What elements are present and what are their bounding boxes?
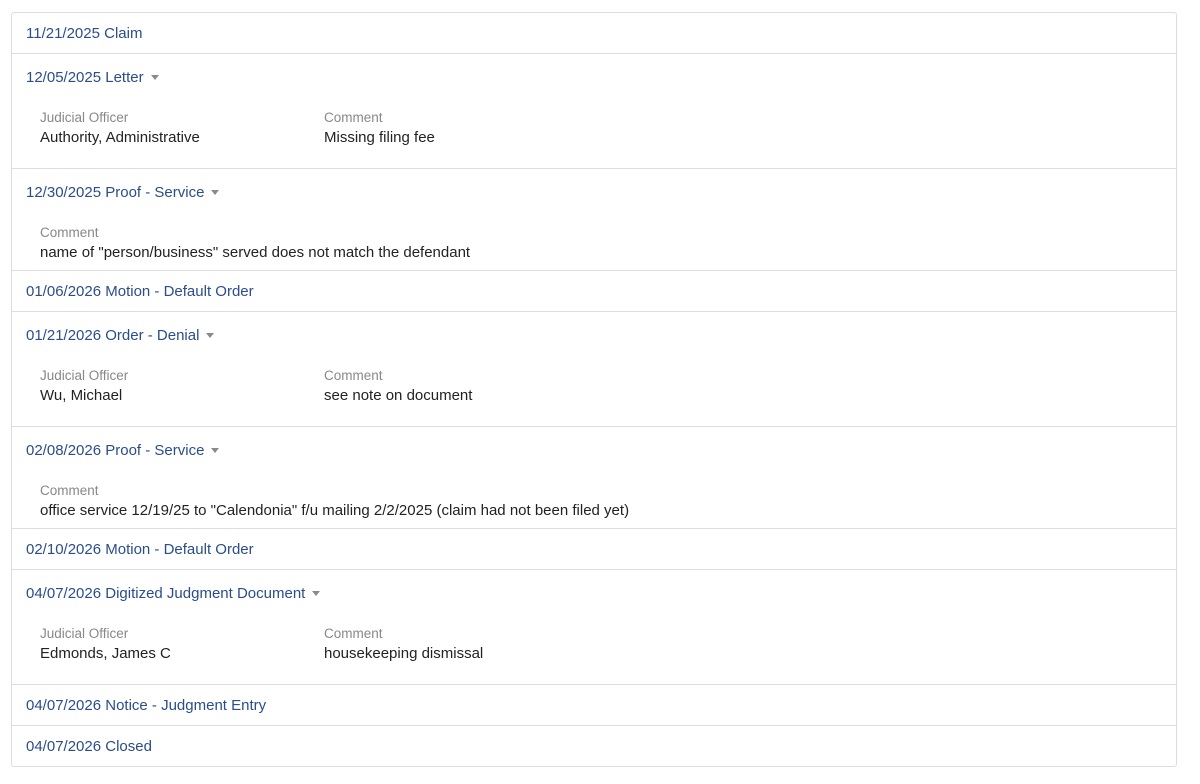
judicial-officer-field: Judicial Officer Wu, Michael [40,368,324,405]
event-toggle[interactable]: 04/07/2026 Digitized Judgment Document [26,570,1162,615]
event-title: 12/30/2025 Proof - Service [26,183,205,201]
caret-down-icon[interactable] [312,591,321,596]
field-label: Comment [324,110,383,125]
event-row: 04/07/2026 Digitized Judgment Document J… [12,569,1176,684]
event-title: 02/08/2026 Proof - Service [26,441,205,459]
judicial-officer-value: Wu, Michael [40,387,123,404]
event-title: 02/10/2026 Motion - Default Order [26,540,254,558]
comment-field: Comment office service 12/19/25 to "Cale… [40,483,1148,520]
caret-down-icon[interactable] [150,75,159,80]
field-label: Judicial Officer [40,110,129,125]
event-row: 02/10/2026 Motion - Default Order [12,528,1176,569]
event-link[interactable]: 11/21/2025 Claim [26,13,1162,53]
event-details: Comment office service 12/19/25 to "Cale… [26,472,1162,528]
caret-down-icon[interactable] [211,448,220,453]
event-row: 12/30/2025 Proof - Service Comment name … [12,168,1176,270]
event-row: 04/07/2026 Notice - Judgment Entry [12,684,1176,725]
event-toggle[interactable]: 12/05/2025 Letter [26,54,1162,99]
comment-field: Comment housekeeping dismissal [324,626,1148,663]
comment-value: Missing filing fee [324,129,435,146]
event-title: 12/05/2025 Letter [26,68,144,86]
comment-value: office service 12/19/25 to "Calendonia" … [40,502,630,519]
event-row: 04/07/2026 Closed [12,725,1176,766]
event-title: 01/06/2026 Motion - Default Order [26,282,254,300]
event-details: Judicial Officer Authority, Administrati… [26,99,1162,168]
judicial-officer-field: Judicial Officer Authority, Administrati… [40,110,324,147]
event-details: Comment name of "person/business" served… [26,214,1162,270]
event-toggle[interactable]: 12/30/2025 Proof - Service [26,169,1162,214]
event-title: 11/21/2025 Claim [26,24,143,42]
field-label: Comment [40,483,99,498]
event-row: 12/05/2025 Letter Judicial Officer Autho… [12,53,1176,168]
comment-field: Comment Missing filing fee [324,110,1148,147]
event-row: 02/08/2026 Proof - Service Comment offic… [12,426,1176,528]
comment-value: name of "person/business" served does no… [40,244,471,261]
event-details: Judicial Officer Wu, Michael Comment see… [26,357,1162,426]
comment-value: see note on document [324,387,473,404]
event-row: 11/21/2025 Claim [12,13,1176,53]
event-title: 04/07/2026 Digitized Judgment Document [26,584,306,602]
comment-value: housekeeping dismissal [324,645,484,662]
event-title: 04/07/2026 Closed [26,737,152,755]
event-link[interactable]: 04/07/2026 Closed [26,726,1162,766]
comment-field: Comment name of "person/business" served… [40,225,1148,262]
judicial-officer-value: Authority, Administrative [40,129,200,146]
field-label: Comment [324,368,383,383]
event-link[interactable]: 02/10/2026 Motion - Default Order [26,529,1162,569]
caret-down-icon[interactable] [206,333,215,338]
event-toggle[interactable]: 01/21/2026 Order - Denial [26,312,1162,357]
event-link[interactable]: 04/07/2026 Notice - Judgment Entry [26,685,1162,725]
field-label: Judicial Officer [40,626,129,641]
event-title: 01/21/2026 Order - Denial [26,326,200,344]
caret-down-icon[interactable] [211,190,220,195]
field-label: Comment [324,626,383,641]
event-row: 01/06/2026 Motion - Default Order [12,270,1176,311]
event-toggle[interactable]: 02/08/2026 Proof - Service [26,427,1162,472]
judicial-officer-field: Judicial Officer Edmonds, James C [40,626,324,663]
event-link[interactable]: 01/06/2026 Motion - Default Order [26,271,1162,311]
case-events-panel: 11/21/2025 Claim 12/05/2025 Letter Judic… [11,12,1177,767]
comment-field: Comment see note on document [324,368,1148,405]
event-title: 04/07/2026 Notice - Judgment Entry [26,696,267,714]
judicial-officer-value: Edmonds, James C [40,645,171,662]
event-details: Judicial Officer Edmonds, James C Commen… [26,615,1162,684]
field-label: Judicial Officer [40,368,129,383]
field-label: Comment [40,225,99,240]
event-row: 01/21/2026 Order - Denial Judicial Offic… [12,311,1176,426]
